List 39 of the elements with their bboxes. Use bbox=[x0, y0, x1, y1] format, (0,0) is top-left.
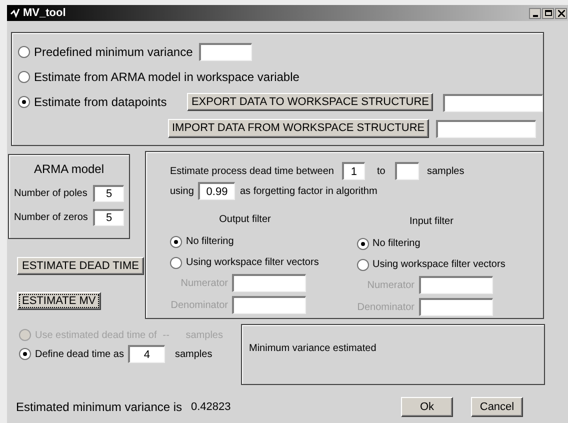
field-label: samples bbox=[426, 164, 464, 178]
export-button[interactable]: EXPORT DATA TO WORKSPACE STRUCTURE bbox=[187, 93, 433, 111]
unit-label: samples bbox=[174, 348, 212, 362]
option-label: Estimate from ARMA model in workspace variable bbox=[34, 69, 300, 86]
field-label: Number of poles bbox=[14, 187, 88, 201]
filter-title: Input filter bbox=[408, 215, 454, 229]
window-title: MV_tool bbox=[23, 6, 66, 21]
result-label: Estimated minimum variance is bbox=[16, 399, 184, 416]
option-label: No filtering bbox=[186, 235, 234, 249]
panel-title: ARMA model bbox=[32, 161, 106, 178]
input-field[interactable]: 0.99 bbox=[198, 182, 235, 200]
option-label: Predefined minimum variance bbox=[34, 44, 194, 61]
input-field[interactable]: 4 bbox=[128, 345, 165, 363]
status-message: Minimum variance estimated bbox=[249, 343, 376, 354]
field-label: Numerator bbox=[180, 276, 228, 290]
field-label: Estimate process dead time between bbox=[170, 164, 334, 178]
option-label: Using workspace filter vectors bbox=[186, 256, 319, 270]
option-label: No filtering bbox=[372, 237, 420, 251]
option-label: Using workspace filter vectors bbox=[372, 258, 506, 272]
import-button[interactable]: IMPORT DATA FROM WORKSPACE STRUCTURE bbox=[168, 118, 429, 138]
filter-title: Output filter bbox=[218, 213, 272, 227]
dead-time-value: -- bbox=[162, 328, 170, 342]
field-label: Denominator bbox=[357, 300, 414, 314]
field-label: Numerator bbox=[367, 278, 414, 292]
input-field[interactable]: 5 bbox=[93, 185, 124, 202]
action-button[interactable]: ESTIMATE MV bbox=[17, 292, 101, 310]
option-label: Estimate from datapoints bbox=[34, 94, 168, 111]
field-label: using bbox=[170, 184, 195, 198]
dialog-button[interactable]: Ok bbox=[401, 397, 453, 417]
input-field[interactable]: 5 bbox=[93, 209, 124, 226]
action-button[interactable]: ESTIMATE DEAD TIME bbox=[17, 257, 144, 275]
field-label: Number of zeros bbox=[14, 211, 88, 225]
input-field[interactable]: 1 bbox=[342, 162, 365, 180]
option-label: Define dead time as bbox=[35, 348, 124, 362]
field-label: Denominator bbox=[170, 298, 228, 312]
dialog-button[interactable]: Cancel bbox=[471, 397, 523, 417]
field-label: to bbox=[376, 164, 386, 178]
result-value: 0.42823 bbox=[191, 400, 232, 415]
field-label: as forgetting factor in algorithm bbox=[240, 184, 378, 198]
